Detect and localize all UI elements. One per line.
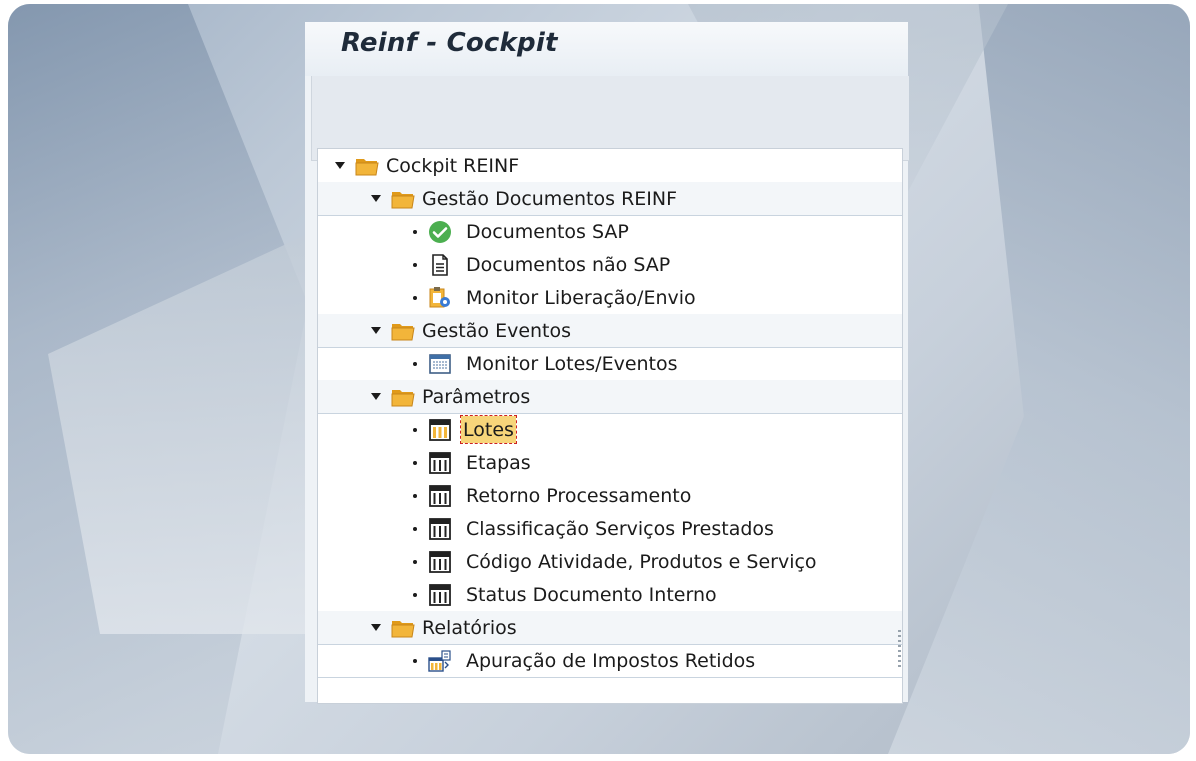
sap-window: Reinf - Cockpit Cockpit REINF Gestão Doc… — [305, 22, 909, 704]
title-bar: Reinf - Cockpit — [305, 22, 908, 76]
tree-item-label: Classificação Serviços Prestados — [466, 518, 774, 540]
tree-item-status-documento[interactable]: Status Documento Interno — [318, 578, 902, 612]
tree-item-classificacao-servicos[interactable]: Classificação Serviços Prestados — [318, 512, 902, 545]
tree-node-label: Gestão Documentos REINF — [422, 188, 678, 210]
bullet-icon — [413, 362, 417, 366]
tree-item-label: Documentos não SAP — [466, 254, 671, 276]
tree-node-label: Cockpit REINF — [386, 155, 520, 177]
expand-triangle-icon[interactable] — [335, 162, 345, 169]
folder-open-icon — [355, 159, 379, 176]
table-icon — [429, 551, 451, 573]
bullet-icon — [413, 527, 417, 531]
bullet-icon — [413, 560, 417, 564]
folder-open-icon — [391, 390, 415, 407]
tree-node-gestao-documentos[interactable]: Gestão Documentos REINF — [318, 182, 902, 216]
bullet-icon — [413, 494, 417, 498]
tree-item-label: Monitor Lotes/Eventos — [466, 353, 678, 375]
window-list-icon — [429, 354, 451, 374]
folder-open-icon — [391, 621, 415, 638]
menu-tree: Cockpit REINF Gestão Documentos REINF Do… — [317, 148, 903, 704]
window-title: Reinf - Cockpit — [341, 28, 558, 58]
table-icon — [429, 419, 451, 441]
bullet-icon — [413, 263, 417, 267]
tree-node-label: Relatórios — [422, 617, 517, 639]
selected-item-highlight[interactable]: Lotes — [460, 415, 517, 444]
tree-item-monitor-liberacao[interactable]: Monitor Liberação/Envio — [318, 281, 902, 315]
folder-open-icon — [391, 324, 415, 341]
monitor-gear-icon — [429, 287, 450, 308]
tree-item-lotes[interactable]: Lotes — [318, 413, 902, 446]
tree-item-label: Documentos SAP — [466, 221, 629, 243]
tree-node-cockpit-reinf[interactable]: Cockpit REINF — [318, 149, 902, 183]
bullet-icon — [413, 428, 417, 432]
tree-item-label: Monitor Liberação/Envio — [466, 287, 696, 309]
bullet-icon — [413, 659, 417, 663]
tree-item-documentos-sap[interactable]: Documentos SAP — [318, 215, 902, 248]
expand-triangle-icon[interactable] — [371, 327, 381, 334]
tree-node-parametros[interactable]: Parâmetros — [318, 380, 902, 414]
folder-open-icon — [391, 192, 415, 209]
tree-item-label: Apuração de Impostos Retidos — [466, 650, 756, 672]
bullet-icon — [413, 230, 417, 234]
tree-node-label: Gestão Eventos — [422, 320, 572, 342]
tree-item-apuracao-impostos[interactable]: Apuração de Impostos Retidos — [318, 644, 902, 678]
table-icon — [429, 584, 451, 606]
tree-item-monitor-lotes[interactable]: Monitor Lotes/Eventos — [318, 347, 902, 381]
tree-item-label: Retorno Processamento — [466, 485, 692, 507]
tree-node-label: Parâmetros — [422, 386, 531, 408]
tree-item-codigo-atividade[interactable]: Código Atividade, Produtos e Serviço — [318, 545, 902, 578]
report-table-icon — [428, 650, 451, 672]
tree-item-label: Etapas — [466, 452, 531, 474]
expand-triangle-icon[interactable] — [371, 624, 381, 631]
table-icon — [429, 452, 451, 474]
table-icon — [429, 518, 451, 540]
tree-item-label: Lotes — [463, 419, 514, 441]
table-icon — [429, 485, 451, 507]
bullet-icon — [413, 296, 417, 300]
tree-item-retorno-processamento[interactable]: Retorno Processamento — [318, 479, 902, 512]
tree-item-etapas[interactable]: Etapas — [318, 446, 902, 479]
splitter-grip[interactable] — [898, 630, 901, 670]
check-circle-icon — [429, 221, 451, 243]
document-icon — [432, 254, 448, 276]
expand-triangle-icon[interactable] — [371, 393, 381, 400]
tree-item-documentos-nao-sap[interactable]: Documentos não SAP — [318, 248, 902, 281]
tree-item-label: Status Documento Interno — [466, 584, 717, 606]
bullet-icon — [413, 461, 417, 465]
tree-node-relatorios[interactable]: Relatórios — [318, 611, 902, 645]
expand-triangle-icon[interactable] — [371, 195, 381, 202]
bullet-icon — [413, 593, 417, 597]
tree-item-label: Código Atividade, Produtos e Serviço — [466, 551, 817, 573]
tree-node-gestao-eventos[interactable]: Gestão Eventos — [318, 314, 902, 348]
